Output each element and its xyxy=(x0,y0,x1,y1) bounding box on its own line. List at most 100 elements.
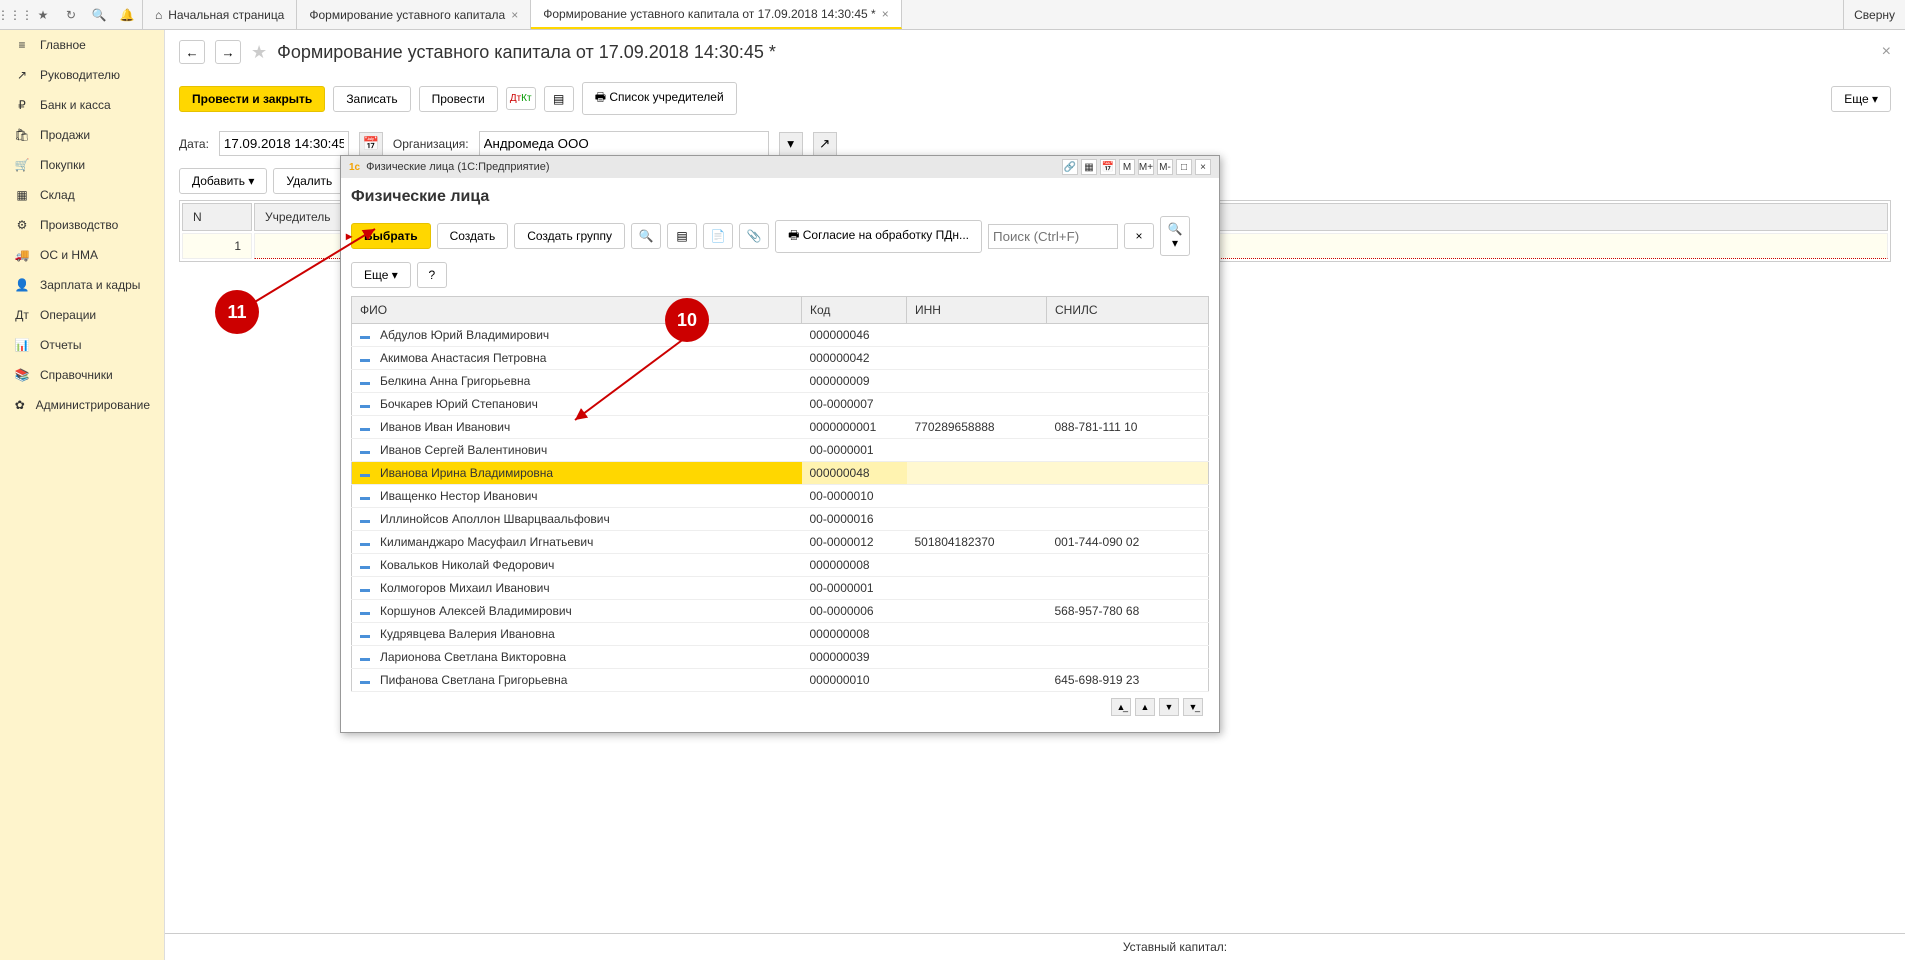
search-icon[interactable]: 🔍 xyxy=(92,8,106,22)
nav-bottom-button[interactable]: ▼̲ xyxy=(1183,698,1203,716)
dialog-titlebar[interactable]: 1с Физические лица (1С:Предприятие) 🔗 ▦ … xyxy=(341,156,1219,178)
consent-button[interactable]: 🖶 Согласие на обработку ПДн... xyxy=(775,220,982,253)
close-icon[interactable]: × xyxy=(1195,159,1211,175)
list-item[interactable]: ▬ Коршунов Алексей Владимирович00-000000… xyxy=(352,600,1209,623)
mplus-icon[interactable]: M+ xyxy=(1138,159,1154,175)
col-code[interactable]: Код xyxy=(802,297,907,324)
attach-button[interactable]: 📎 xyxy=(739,223,769,249)
star-icon[interactable]: ★ xyxy=(36,8,50,22)
person-icon: ▬ xyxy=(360,423,370,434)
table-nav: ▲̲ ▲ ▼ ▼̲ xyxy=(351,692,1209,722)
sidebar-icon: ⚙ xyxy=(14,217,30,233)
sidebar-item-6[interactable]: ⚙Производство xyxy=(0,210,164,240)
tab-close-icon[interactable]: × xyxy=(882,7,889,21)
person-icon: ▬ xyxy=(360,676,370,687)
nav-down-button[interactable]: ▼ xyxy=(1159,698,1179,716)
sidebar-item-12[interactable]: ✿Администрирование xyxy=(0,390,164,420)
list-icon-button[interactable]: ▤ xyxy=(544,86,574,112)
tab-close-icon[interactable]: × xyxy=(511,8,518,22)
list-item[interactable]: ▬ Иващенко Нестор Иванович00-0000010 xyxy=(352,485,1209,508)
post-button[interactable]: Провести xyxy=(419,86,498,112)
calendar-icon[interactable]: 📅 xyxy=(359,132,383,156)
history-icon[interactable]: ↻ xyxy=(64,8,78,22)
save-button[interactable]: Записать xyxy=(333,86,410,112)
create-button[interactable]: Создать xyxy=(437,223,509,249)
post-and-close-button[interactable]: Провести и закрыть xyxy=(179,86,325,112)
page-close-icon[interactable]: × xyxy=(1882,43,1891,61)
founders-list-button[interactable]: 🖶 Список учредителей xyxy=(582,82,737,115)
mminus-icon[interactable]: M- xyxy=(1157,159,1173,175)
list-item[interactable]: ▬ Абдулов Юрий Владимирович000000046 xyxy=(352,324,1209,347)
system-icons: ⋮⋮⋮ ★ ↻ 🔍 🔔 xyxy=(0,0,143,29)
list-item[interactable]: ▬ Колмогоров Михаил Иванович00-0000001 xyxy=(352,577,1209,600)
tab-label: Начальная страница xyxy=(168,8,284,22)
tab-2[interactable]: Формирование уставного капитала от 17.09… xyxy=(531,0,902,29)
more-button[interactable]: Еще ▾ xyxy=(1831,86,1891,112)
calendar2-icon[interactable]: 📅 xyxy=(1100,159,1116,175)
org-open-icon[interactable]: ↗ xyxy=(813,132,837,156)
link-icon[interactable]: 🔗 xyxy=(1062,159,1078,175)
sidebar-label: Зарплата и кадры xyxy=(40,278,140,292)
select-button[interactable]: ▸Выбрать xyxy=(351,223,431,249)
list2-button[interactable]: ▤ xyxy=(667,223,697,249)
person-icon: ▬ xyxy=(360,400,370,411)
sidebar-item-5[interactable]: ▦Склад xyxy=(0,180,164,210)
sidebar-item-10[interactable]: 📊Отчеты xyxy=(0,330,164,360)
sidebar-icon: 📚 xyxy=(14,367,30,383)
sidebar-item-8[interactable]: 👤Зарплата и кадры xyxy=(0,270,164,300)
clear-search-button[interactable]: × xyxy=(1124,223,1154,249)
sidebar-item-4[interactable]: 🛒Покупки xyxy=(0,150,164,180)
dtkt-button[interactable]: ДтКт xyxy=(506,87,536,110)
date-input[interactable] xyxy=(219,131,349,156)
nav-forward-button[interactable]: → xyxy=(215,40,241,64)
m-icon[interactable]: M xyxy=(1119,159,1135,175)
excel-button[interactable]: 📄 xyxy=(703,223,733,249)
add-button[interactable]: Добавить ▾ xyxy=(179,168,267,194)
list-item[interactable]: ▬ Белкина Анна Григорьевна000000009 xyxy=(352,370,1209,393)
list-item[interactable]: ▬ Пифанова Светлана Григорьевна000000010… xyxy=(352,669,1209,692)
bell-icon[interactable]: 🔔 xyxy=(120,8,134,22)
col-inn[interactable]: ИНН xyxy=(907,297,1047,324)
delete-button[interactable]: Удалить xyxy=(273,168,345,194)
list-item[interactable]: ▬ Ковальков Николай Федорович000000008 xyxy=(352,554,1209,577)
nav-up-button[interactable]: ▲ xyxy=(1135,698,1155,716)
org-dropdown-icon[interactable]: ▾ xyxy=(779,132,803,156)
sidebar-item-7[interactable]: 🚚ОС и НМА xyxy=(0,240,164,270)
list-item[interactable]: ▬ Иллинойсов Аполлон Шварцваальфович00-0… xyxy=(352,508,1209,531)
list-item[interactable]: ▬ Килиманджаро Масуфаил Игнатьевич00-000… xyxy=(352,531,1209,554)
sidebar-item-9[interactable]: ДтОперации xyxy=(0,300,164,330)
col-n[interactable]: N xyxy=(182,203,252,231)
list-item[interactable]: ▬ Иванов Сергей Валентинович00-0000001 xyxy=(352,439,1209,462)
tab-1[interactable]: Формирование уставного капитала× xyxy=(297,0,531,29)
find-button[interactable]: 🔍 xyxy=(631,223,661,249)
list-item[interactable]: ▬ Ларионова Светлана Викторовна000000039 xyxy=(352,646,1209,669)
help-button[interactable]: ? xyxy=(417,262,447,288)
person-icon: ▬ xyxy=(360,492,370,503)
search-input[interactable] xyxy=(988,224,1118,249)
nav-back-button[interactable]: ← xyxy=(179,40,205,64)
list-item[interactable]: ▬ Акимова Анастасия Петровна000000042 xyxy=(352,347,1209,370)
tab-0[interactable]: ⌂Начальная страница xyxy=(143,0,297,29)
collapse-button[interactable]: Сверну xyxy=(1843,0,1905,29)
dialog-more-button[interactable]: Еще ▾ xyxy=(351,262,411,288)
sidebar-icon: ▦ xyxy=(14,187,30,203)
sidebar-item-0[interactable]: ≡Главное xyxy=(0,30,164,60)
list-item[interactable]: ▬ Кудрявцева Валерия Ивановна000000008 xyxy=(352,623,1209,646)
sidebar-item-1[interactable]: ↗Руководителю xyxy=(0,60,164,90)
search-dropdown-button[interactable]: 🔍▾ xyxy=(1160,216,1190,256)
col-snils[interactable]: СНИЛС xyxy=(1047,297,1209,324)
list-item[interactable]: ▬ Иванова Ирина Владимировна000000048 xyxy=(352,462,1209,485)
sidebar-item-3[interactable]: 🛍Продажи xyxy=(0,120,164,150)
col-fio[interactable]: ФИО xyxy=(352,297,802,324)
sidebar-item-2[interactable]: ₽Банк и касса xyxy=(0,90,164,120)
list-item[interactable]: ▬ Бочкарев Юрий Степанович00-0000007 xyxy=(352,393,1209,416)
list-item[interactable]: ▬ Иванов Иван Иванович000000000177028965… xyxy=(352,416,1209,439)
apps-icon[interactable]: ⋮⋮⋮ xyxy=(8,8,22,22)
calc-icon[interactable]: ▦ xyxy=(1081,159,1097,175)
create-group-button[interactable]: Создать группу xyxy=(514,223,625,249)
maximize-icon[interactable]: □ xyxy=(1176,159,1192,175)
org-input[interactable] xyxy=(479,131,769,156)
favorite-icon[interactable]: ★ xyxy=(251,42,267,63)
nav-top-button[interactable]: ▲̲ xyxy=(1111,698,1131,716)
sidebar-item-11[interactable]: 📚Справочники xyxy=(0,360,164,390)
